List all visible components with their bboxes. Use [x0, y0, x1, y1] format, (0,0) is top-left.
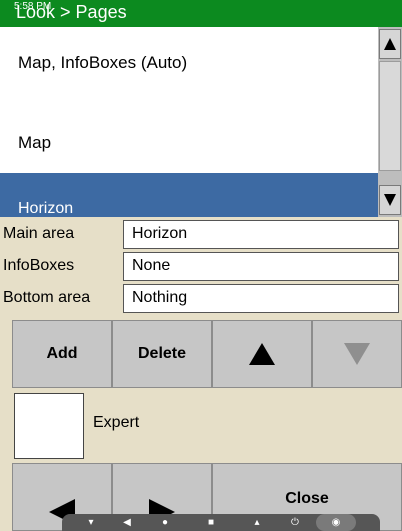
pages-list[interactable]: Map, InfoBoxes (Auto) Map Horizon	[0, 27, 378, 217]
property-infoboxes: InfoBoxes None	[0, 252, 402, 283]
add-button[interactable]: Add	[12, 320, 112, 388]
bottom-area-field[interactable]: Nothing	[123, 284, 399, 313]
triangle-up-icon	[384, 38, 396, 50]
back-icon[interactable]: ◀	[120, 514, 134, 531]
triangle-up-icon	[249, 343, 275, 365]
list-item-label: Map	[18, 133, 52, 152]
list-item-label: Horizon	[18, 200, 74, 217]
title-bar: Look > Pages 5:58 PM	[0, 0, 402, 27]
recents-icon[interactable]: ■	[204, 514, 218, 531]
list-item[interactable]: Map, InfoBoxes (Auto)	[0, 27, 378, 97]
close-button-label: Close	[285, 490, 329, 507]
scroll-down-button[interactable]	[379, 185, 401, 215]
scroll-up-button[interactable]	[379, 29, 401, 59]
delete-button[interactable]: Delete	[112, 320, 212, 388]
property-label: Main area	[3, 225, 75, 242]
expert-label: Expert	[93, 414, 140, 431]
expert-checkbox[interactable]	[14, 393, 84, 459]
property-label: InfoBoxes	[3, 257, 75, 274]
volume-down-icon[interactable]: ▾	[84, 514, 98, 531]
scroll-thumb[interactable]	[379, 61, 401, 171]
move-down-button[interactable]	[312, 320, 402, 388]
property-bottom-area: Bottom area Nothing	[0, 284, 402, 315]
main-area-field[interactable]: Horizon	[123, 220, 399, 249]
camera-icon[interactable]: ◉	[316, 514, 356, 531]
power-icon[interactable]: ⏻	[288, 514, 302, 531]
system-nav-bar: ▾ ◀ ● ■ ▴ ⏻ ◉	[62, 514, 380, 531]
list-item[interactable]: Map	[0, 97, 378, 167]
status-time: 5:58 PM	[14, 1, 52, 12]
triangle-down-icon	[344, 343, 370, 365]
triangle-down-icon	[384, 194, 396, 206]
list-scrollbar[interactable]	[378, 27, 402, 217]
property-main-area: Main area Horizon	[0, 220, 402, 251]
move-up-button[interactable]	[212, 320, 312, 388]
home-icon[interactable]: ●	[158, 514, 172, 531]
property-label: Bottom area	[3, 289, 91, 306]
infoboxes-field[interactable]: None	[123, 252, 399, 281]
add-button-label: Add	[46, 345, 78, 362]
list-item-selected[interactable]: Horizon	[0, 173, 378, 217]
list-item-label: Map, InfoBoxes (Auto)	[18, 53, 188, 72]
volume-up-icon[interactable]: ▴	[250, 514, 264, 531]
delete-button-label: Delete	[137, 345, 187, 362]
